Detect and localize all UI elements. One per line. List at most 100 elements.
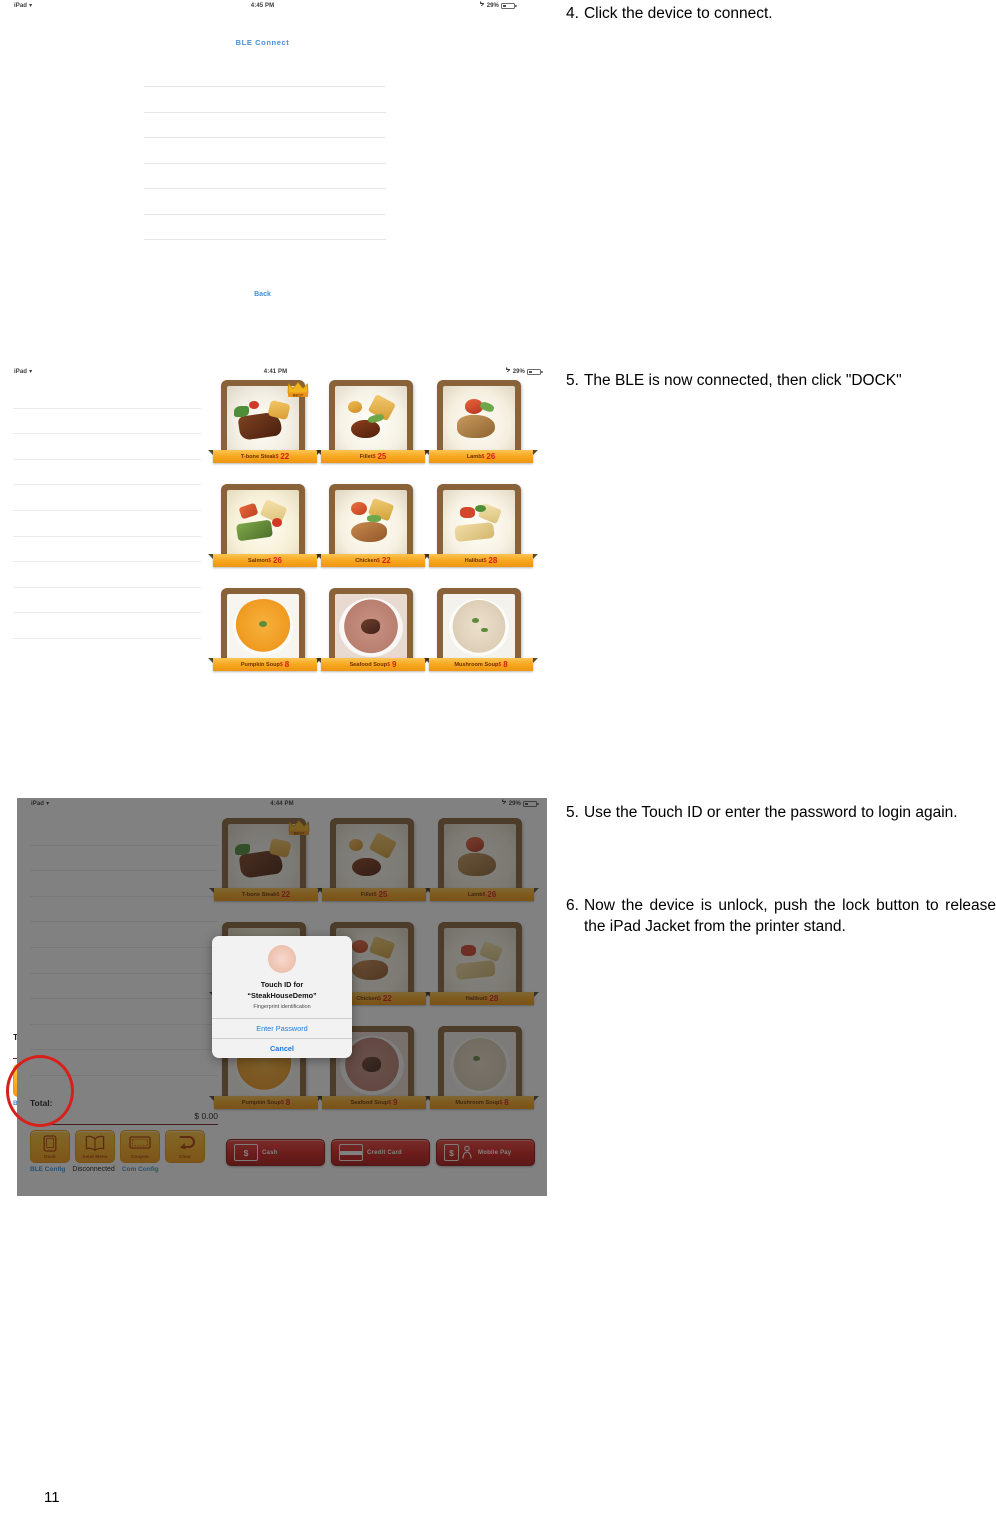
item-price: 22 [280,452,290,461]
menu-item[interactable]: Halibut $ 28 [425,920,539,1022]
item-currency: $ [498,661,502,668]
battery-icon [501,2,517,9]
total-and-tools: Total: $ 0.00 Dock Send Menu [30,1098,218,1173]
item-ribbon: Pumpkin Soup $ 8 [213,658,317,671]
item-name: Halibut [464,557,484,564]
menu-item[interactable]: Lamb $ 26 [425,816,539,918]
item-price: 26 [273,556,282,565]
order-list [30,820,218,1076]
battery-percent: 29% [486,2,499,9]
ble-device-row[interactable] [144,162,386,189]
item-name: Pumpkin Soup [240,661,280,668]
order-row [30,820,218,846]
touch-id-subtitle: Fingerprint identification [253,1004,311,1010]
ble-device-list[interactable] [144,86,386,240]
total-value: $ 0.00 [194,1111,218,1121]
status-bar: iPad ▾ 4:45 PM ᔭ 29% [0,0,525,11]
status-bar-right: ᔭ 29% [506,368,543,375]
mobile-pay-button[interactable]: $ Mobile Pay [436,1139,535,1166]
item-frame [221,588,305,667]
item-frame [437,588,521,667]
menu-item[interactable]: Mushroom Soup $ 8 [424,586,538,688]
svg-text:BEST: BEST [293,392,304,397]
open-book-icon [76,1135,114,1153]
item-frame [438,818,522,897]
menu-item[interactable]: Seafood Soup $ 9 [316,586,430,688]
coupon-button[interactable]: Coupon [120,1130,160,1163]
cancel-button[interactable]: Cancel [212,1038,352,1058]
order-row [13,613,201,639]
item-ribbon: T-bone Steak $ 22 [213,450,317,463]
status-bar-time: 4:45 PM [250,2,275,9]
item-ribbon: Salmon $ 26 [213,554,317,567]
com-config-link[interactable]: Com Config [122,1166,159,1173]
credit-card-button-label: Credit Card [367,1149,402,1156]
item-currency: $ [276,891,280,898]
bluetooth-icon: ᔭ [501,799,507,807]
manual-page: iPad ▾ 4:45 PM ᔭ 29% BLE Connect Back iP… [0,0,996,1519]
ble-device-row[interactable] [144,213,386,240]
menu-item[interactable]: BEST T-bone Steak $ 22 [209,816,323,918]
item-photo-pumpkin-soup [227,594,299,661]
menu-item[interactable]: Fillet $ 25 [317,816,431,918]
coupon-ticket-icon [121,1135,159,1153]
bluetooth-icon: ᔭ [479,1,485,9]
battery-icon [523,800,539,807]
order-row [13,511,201,537]
status-bar-time: 4:41 PM [263,368,288,375]
order-row [30,1025,218,1051]
ble-device-row[interactable] [144,137,386,163]
menu-item[interactable]: Salmon $ 26 [208,482,322,584]
item-frame [329,380,413,459]
item-currency: $ [378,995,381,1002]
svg-text:BEST: BEST [294,830,305,835]
item-ribbon: Halibut $ 28 [429,554,533,567]
item-name: Seafood Soup [350,1099,389,1106]
ble-config-link[interactable]: BLE Config [30,1166,65,1173]
item-photo-lamb [443,386,515,453]
order-row [13,460,201,486]
dollar-bill-icon: $ [234,1144,258,1161]
ble-device-row[interactable] [144,111,386,138]
item-currency: $ [268,557,272,564]
tool-button-row: Dock Send Menu Coupon [30,1130,218,1163]
item-frame [438,922,522,1001]
mobile-pay-button-label: Mobile Pay [478,1149,512,1156]
menu-item[interactable]: Mushroom Soup $ 8 [425,1024,539,1126]
credit-card-button[interactable]: Credit Card [331,1139,430,1166]
item-name: Pumpkin Soup [241,1099,281,1106]
menu-item[interactable]: Halibut $ 28 [424,482,538,584]
cash-button[interactable]: $ Cash [226,1139,325,1166]
item-photo-seafood-soup [335,594,407,661]
item-price: 28 [489,994,499,1003]
send-menu-button[interactable]: Send Menu [75,1130,115,1163]
order-row [30,1050,218,1076]
menu-item[interactable]: Lamb $ 26 [424,378,538,480]
screenshot-ble-connect: iPad ▾ 4:45 PM ᔭ 29% BLE Connect Back [0,0,525,320]
item-photo-fillet [336,824,408,891]
menu-item[interactable]: BEST T-bone Steak $ 22 [208,378,322,480]
instruction-step-4: 4. Click the device to connect. [566,3,991,24]
dock-button[interactable]: Dock [30,1130,70,1163]
item-photo-halibut [443,490,515,557]
ble-device-row[interactable] [144,188,386,214]
enter-password-button[interactable]: Enter Password [212,1018,352,1038]
menu-item[interactable]: Chicken $ 22 [316,482,430,584]
battery-percent: 29% [508,800,521,807]
item-price: 22 [382,994,392,1003]
item-price: 9 [392,1098,398,1107]
item-photo-salmon [227,490,299,557]
item-name: Chicken [356,995,379,1002]
menu-item[interactable]: Pumpkin Soup $ 8 [208,586,322,688]
instruction-text: The BLE is now connected, then click "DO… [583,372,902,389]
item-name: Halibut [465,995,485,1002]
clear-button[interactable]: Clear [165,1130,205,1163]
menu-item[interactable]: Fillet $ 25 [316,378,430,480]
back-button[interactable]: Back [0,291,525,298]
item-photo-chicken [335,490,407,557]
ble-device-row[interactable] [144,86,386,112]
instruction-number: 6. [566,897,579,914]
connection-status-row: BLE Config Disconnected Com Config [30,1166,218,1173]
page-number: 11 [44,1489,60,1506]
item-name: Lamb [466,453,482,460]
